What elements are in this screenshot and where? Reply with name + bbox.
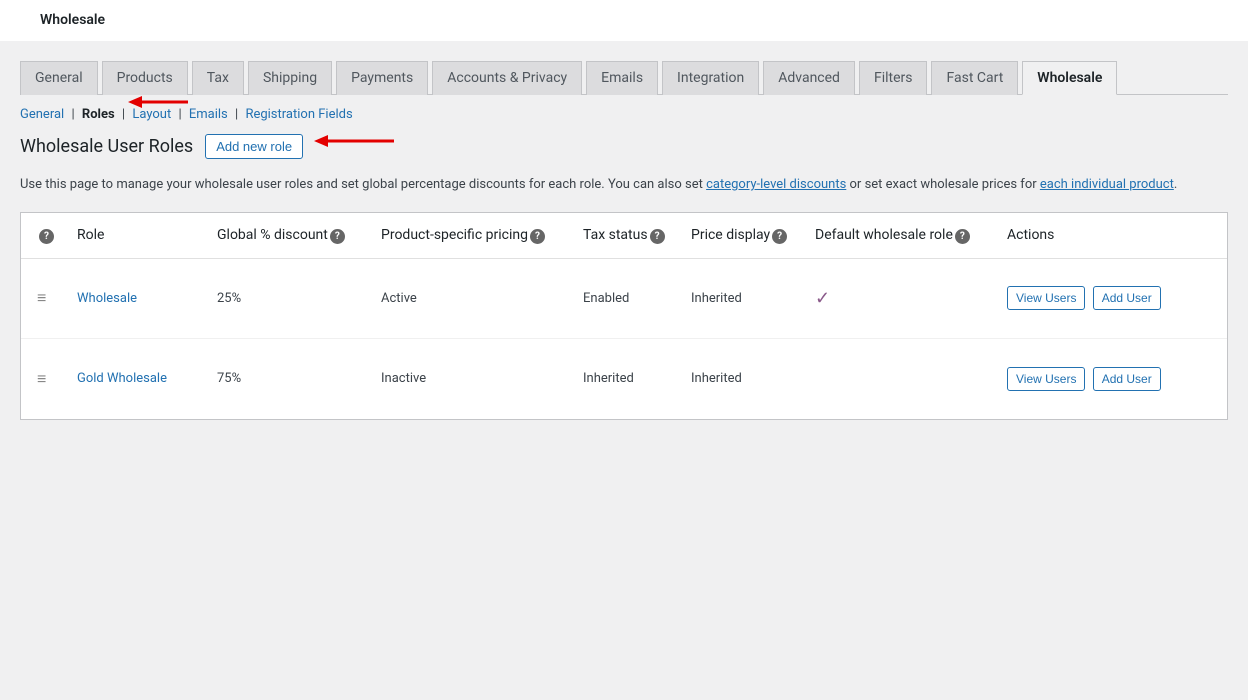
drag-handle-icon[interactable]: ≡ [37, 369, 46, 388]
tab-advanced[interactable]: Advanced [763, 61, 855, 95]
cell-tax: Inherited [583, 371, 691, 386]
view-users-button[interactable]: View Users [1007, 367, 1085, 391]
page-title: Wholesale User Roles [20, 136, 193, 157]
help-icon[interactable]: ? [650, 229, 665, 244]
col-default: Default wholesale role? [815, 227, 1007, 244]
tab-fast-cart[interactable]: Fast Cart [931, 61, 1018, 95]
annotation-arrow-icon [314, 134, 394, 148]
subnav-registration-fields[interactable]: Registration Fields [245, 107, 352, 122]
subnav-general[interactable]: General [20, 107, 64, 122]
role-link[interactable]: Wholesale [77, 291, 137, 306]
add-user-button[interactable]: Add User [1093, 367, 1161, 391]
helper-text: Use this page to manage your wholesale u… [20, 175, 1228, 196]
col-role: Role [77, 227, 217, 243]
top-title: Wholesale [40, 12, 105, 28]
cell-discount: 75% [217, 371, 381, 386]
table-row: ≡ Gold Wholesale 75% Inactive Inherited … [21, 339, 1227, 419]
help-icon[interactable]: ? [955, 229, 970, 244]
tab-tax[interactable]: Tax [192, 61, 244, 95]
page-header-row: Wholesale User Roles Add new role [20, 134, 1228, 159]
helper-part3: . [1174, 177, 1177, 192]
cell-psp: Active [381, 291, 583, 306]
subnav-roles[interactable]: Roles [82, 107, 115, 122]
help-icon[interactable]: ? [772, 229, 787, 244]
col-tax: Tax status? [583, 227, 691, 244]
helper-part1: Use this page to manage your wholesale u… [20, 177, 706, 192]
cell-actions: View Users Add User [1007, 286, 1211, 310]
content-area: General Products Tax Shipping Payments A… [0, 41, 1248, 440]
main-tabs: General Products Tax Shipping Payments A… [20, 61, 1228, 95]
col-psp: Product-specific pricing? [381, 227, 583, 244]
tab-wholesale[interactable]: Wholesale [1022, 61, 1117, 95]
tab-emails[interactable]: Emails [586, 61, 658, 95]
drag-handle-icon[interactable]: ≡ [37, 288, 46, 307]
separator: | [178, 107, 181, 122]
cell-discount: 25% [217, 291, 381, 306]
tab-accounts-privacy[interactable]: Accounts & Privacy [432, 61, 582, 95]
table-header: ? Role Global % discount? Product-specif… [21, 213, 1227, 259]
add-user-button[interactable]: Add User [1093, 286, 1161, 310]
subnav-layout[interactable]: Layout [132, 107, 171, 122]
cell-default: ✓ [815, 288, 1007, 309]
subnav-emails[interactable]: Emails [189, 107, 228, 122]
role-link[interactable]: Gold Wholesale [77, 371, 167, 386]
col-handle: ? [37, 227, 77, 244]
tab-shipping[interactable]: Shipping [248, 61, 332, 95]
sub-navigation: General | Roles | Layout | Emails | Regi… [20, 95, 1228, 134]
cell-tax: Enabled [583, 291, 691, 306]
cell-actions: View Users Add User [1007, 367, 1211, 391]
help-icon[interactable]: ? [39, 229, 54, 244]
col-actions: Actions [1007, 227, 1211, 243]
col-price-display: Price display? [691, 227, 815, 244]
col-discount: Global % discount? [217, 227, 381, 244]
separator: | [235, 107, 238, 122]
tab-general[interactable]: General [20, 61, 98, 95]
cell-price-display: Inherited [691, 291, 815, 306]
roles-table: ? Role Global % discount? Product-specif… [20, 212, 1228, 420]
view-users-button[interactable]: View Users [1007, 286, 1085, 310]
tab-integration[interactable]: Integration [662, 61, 759, 95]
table-row: ≡ Wholesale 25% Active Enabled Inherited… [21, 259, 1227, 339]
add-new-role-button[interactable]: Add new role [205, 134, 303, 159]
tab-payments[interactable]: Payments [336, 61, 428, 95]
link-individual-product[interactable]: each individual product [1040, 177, 1174, 192]
help-icon[interactable]: ? [330, 229, 345, 244]
help-icon[interactable]: ? [530, 229, 545, 244]
helper-part2: or set exact wholesale prices for [846, 177, 1040, 192]
tab-filters[interactable]: Filters [859, 61, 928, 95]
separator: | [122, 107, 125, 122]
check-icon: ✓ [815, 288, 830, 309]
cell-price-display: Inherited [691, 371, 815, 386]
link-category-discounts[interactable]: category-level discounts [706, 177, 846, 192]
cell-psp: Inactive [381, 371, 583, 386]
top-bar: Wholesale [0, 0, 1248, 41]
separator: | [71, 107, 74, 122]
tab-products[interactable]: Products [102, 61, 188, 95]
